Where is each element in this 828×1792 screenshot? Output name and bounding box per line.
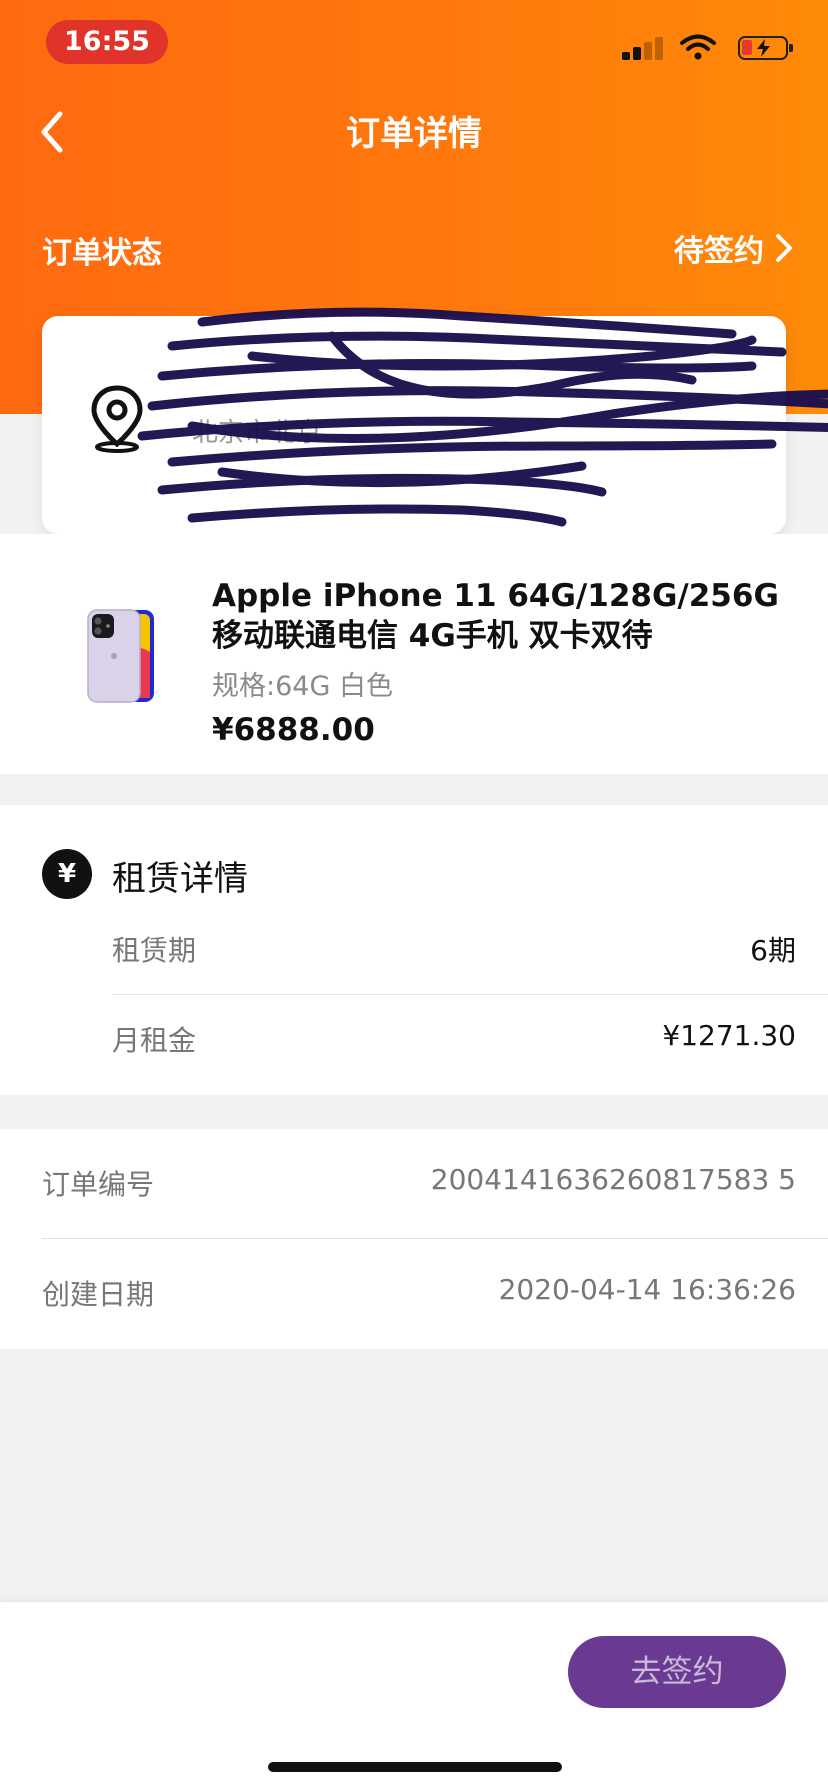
battery-icon <box>738 36 793 60</box>
status-icons <box>596 32 796 62</box>
lease-details-section: ¥ 租赁详情 租赁期 6期 月租金 ¥1271.30 <box>0 805 828 1095</box>
iphone-product-image <box>87 609 154 703</box>
monthly-rent-row: 月租金 ¥1271.30 <box>112 995 828 1085</box>
order-info-section: 订单编号 2004141636260817583 5 创建日期 2020-04-… <box>0 1129 828 1349</box>
monthly-rent-value: ¥1271.30 <box>662 1019 796 1052</box>
created-date-label: 创建日期 <box>42 1278 155 1311</box>
order-status-link[interactable]: 待签约 <box>674 226 794 270</box>
product-price: ¥6888.00 <box>212 712 375 748</box>
sign-contract-button[interactable]: 去签约 <box>568 1636 786 1708</box>
lease-term-value: 6期 <box>750 934 796 967</box>
address-card[interactable]: 北京市北京 <box>42 307 828 534</box>
order-status-label: 订单状态 <box>42 236 162 271</box>
yen-icon: ¥ <box>42 849 92 899</box>
created-date-value: 2020-04-14 16:36:26 <box>498 1273 796 1306</box>
product-title: Apple iPhone 11 64G/128G/256G 移动联通电信 4G手… <box>212 578 779 654</box>
order-status-value: 待签约 <box>674 234 764 269</box>
cellular-signal-icon <box>622 36 664 60</box>
page-title: 订单详情 <box>346 114 482 154</box>
order-number-row: 订单编号 2004141636260817583 5 <box>42 1129 828 1239</box>
home-indicator[interactable] <box>268 1762 562 1772</box>
redaction-scribble <box>137 307 828 527</box>
lease-term-row: 租赁期 6期 <box>112 905 828 995</box>
status-time: 16:55 <box>46 20 168 64</box>
chevron-right-icon <box>776 234 792 262</box>
lease-term-label: 租赁期 <box>112 934 197 967</box>
product-card[interactable]: Apple iPhone 11 64G/128G/256G 移动联通电信 4G手… <box>0 534 828 774</box>
wifi-icon <box>680 34 716 60</box>
product-spec: 规格:64G 白色 <box>212 671 393 702</box>
order-number-value: 2004141636260817583 5 <box>430 1163 796 1196</box>
lease-section-title: 租赁详情 <box>112 859 248 899</box>
monthly-rent-label: 月租金 <box>112 1024 197 1057</box>
created-date-row: 创建日期 2020-04-14 16:36:26 <box>42 1239 828 1349</box>
order-number-label: 订单编号 <box>42 1168 155 1201</box>
